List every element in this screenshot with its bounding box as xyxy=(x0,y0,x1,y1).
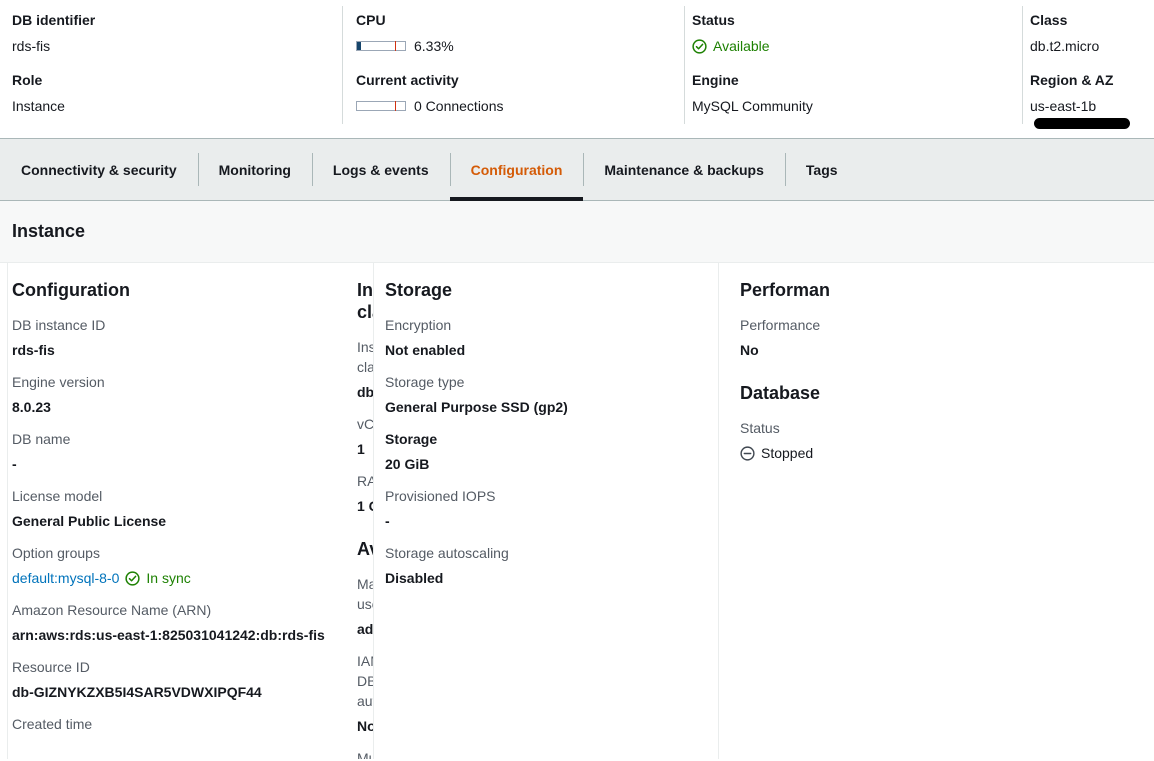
instance-section-header: Instance xyxy=(0,201,1154,263)
performance-label: Performance xyxy=(740,317,821,333)
summary-column-class-region: Class db.t2.micro Region & AZ us-east-1b xyxy=(1022,0,1154,138)
detail-tabs: Connectivity & security Monitoring Logs … xyxy=(0,138,1154,201)
database-status-badge: Stopped xyxy=(740,443,823,463)
field-storage: Storage 20 GiB xyxy=(385,429,702,474)
encryption-label: Encryption xyxy=(385,317,452,333)
tab-label: Configuration xyxy=(470,161,563,178)
summary-column-metrics: CPU 6.33% Current activity 0 Connections xyxy=(342,0,684,138)
region-az-label: Region & AZ xyxy=(1030,72,1114,88)
db-identifier-label: DB identifier xyxy=(12,12,96,28)
connections-metric-row: 0 Connections xyxy=(356,96,684,116)
database-heading: Database xyxy=(740,383,821,403)
performance-value: No xyxy=(740,342,759,358)
storage-label: Storage xyxy=(385,431,438,447)
summary-field-class: Class db.t2.micro xyxy=(1030,10,1154,56)
cpu-metric-row: 6.33% xyxy=(356,36,684,56)
tab-label: Connectivity & security xyxy=(21,161,177,178)
status-badge: Available xyxy=(692,36,1022,56)
field-storage-type: Storage type General Purpose SSD (gp2) xyxy=(385,372,702,417)
provisioned-iops-value: - xyxy=(385,513,390,529)
provisioned-iops-label: Provisioned IOPS xyxy=(385,488,496,504)
summary-field-db-identifier: DB identifier rds-fis xyxy=(12,10,342,56)
current-activity-value: 0 Connections xyxy=(414,98,504,114)
db-identifier-value: rds-fis xyxy=(12,38,51,54)
class-label: Class xyxy=(1030,12,1068,28)
role-label: Role xyxy=(12,72,43,88)
storage-type-label: Storage type xyxy=(385,374,465,390)
tab-tags[interactable]: Tags xyxy=(784,139,859,200)
tab-logs-events[interactable]: Logs & events xyxy=(311,139,450,200)
field-encryption: Encryption Not enabled xyxy=(385,315,702,360)
cpu-value: 6.33% xyxy=(414,38,454,54)
cpu-meter xyxy=(356,41,406,51)
detail-column-instance-class: Instance class Instance class db.t2.micr… xyxy=(0,263,373,759)
status-value: Available xyxy=(713,38,770,54)
engine-value: MySQL Community xyxy=(692,98,813,114)
summary-field-current-activity: Current activity 0 Connections xyxy=(356,70,684,116)
cpu-label: CPU xyxy=(356,12,386,28)
tab-label: Maintenance & backups xyxy=(604,161,764,178)
summary-field-engine: Engine MySQL Community xyxy=(692,70,1022,116)
field-storage-autoscaling: Storage autoscaling Disabled xyxy=(385,543,702,588)
summary-field-role: Role Instance xyxy=(12,70,342,116)
performance-heading: Performan xyxy=(740,280,831,300)
database-status-label: Status xyxy=(740,420,780,436)
summary-field-cpu: CPU 6.33% xyxy=(356,10,684,56)
storage-value: 20 GiB xyxy=(385,456,430,472)
storage-autoscaling-value: Disabled xyxy=(385,570,444,586)
tab-label: Monitoring xyxy=(218,161,291,178)
field-performance: Performance No xyxy=(740,315,823,360)
summary-column-identity: DB identifier rds-fis Role Instance xyxy=(0,0,342,138)
instance-summary-strip: DB identifier rds-fis Role Instance CPU … xyxy=(0,0,1154,138)
page-title: Instance xyxy=(12,221,86,241)
storage-autoscaling-label: Storage autoscaling xyxy=(385,545,509,561)
engine-label: Engine xyxy=(692,72,739,88)
summary-column-status: Status Available Engine MySQL Community xyxy=(684,0,1022,138)
class-value: db.t2.micro xyxy=(1030,38,1100,54)
connections-meter xyxy=(356,101,406,111)
annotation-highlight-bar-region xyxy=(1034,118,1130,129)
current-activity-label: Current activity xyxy=(356,72,459,88)
tab-configuration[interactable]: Configuration xyxy=(449,139,584,201)
detail-column-performance-database: Performan Performance No Database Status… xyxy=(718,263,839,759)
tab-monitoring[interactable]: Monitoring xyxy=(197,139,312,200)
database-status-value: Stopped xyxy=(761,445,814,461)
summary-field-status: Status Available xyxy=(692,10,1022,56)
tab-label: Tags xyxy=(805,161,838,178)
minus-circle-icon xyxy=(740,445,755,461)
tab-connectivity-security[interactable]: Connectivity & security xyxy=(0,139,198,200)
storage-type-value: General Purpose SSD (gp2) xyxy=(385,399,568,415)
connections-meter-threshold-tick xyxy=(395,101,396,111)
cpu-meter-threshold-tick xyxy=(395,41,396,51)
encryption-value: Not enabled xyxy=(385,342,466,358)
cpu-meter-fill xyxy=(357,42,361,50)
field-provisioned-iops: Provisioned IOPS - xyxy=(385,486,702,531)
status-label: Status xyxy=(692,12,735,28)
region-az-value: us-east-1b xyxy=(1030,98,1097,114)
role-value: Instance xyxy=(12,98,65,114)
detail-column-storage: Storage Encryption Not enabled Storage t… xyxy=(373,263,718,759)
summary-field-region-az: Region & AZ us-east-1b xyxy=(1030,70,1154,129)
check-circle-icon xyxy=(692,38,707,54)
tab-maintenance-backups[interactable]: Maintenance & backups xyxy=(583,139,785,200)
tab-label: Logs & events xyxy=(332,161,429,178)
storage-heading: Storage xyxy=(385,280,453,300)
field-database-status: Status Stopped xyxy=(740,418,823,463)
instance-detail-columns: Configuration DB instance ID rds-fis Eng… xyxy=(0,263,1154,759)
